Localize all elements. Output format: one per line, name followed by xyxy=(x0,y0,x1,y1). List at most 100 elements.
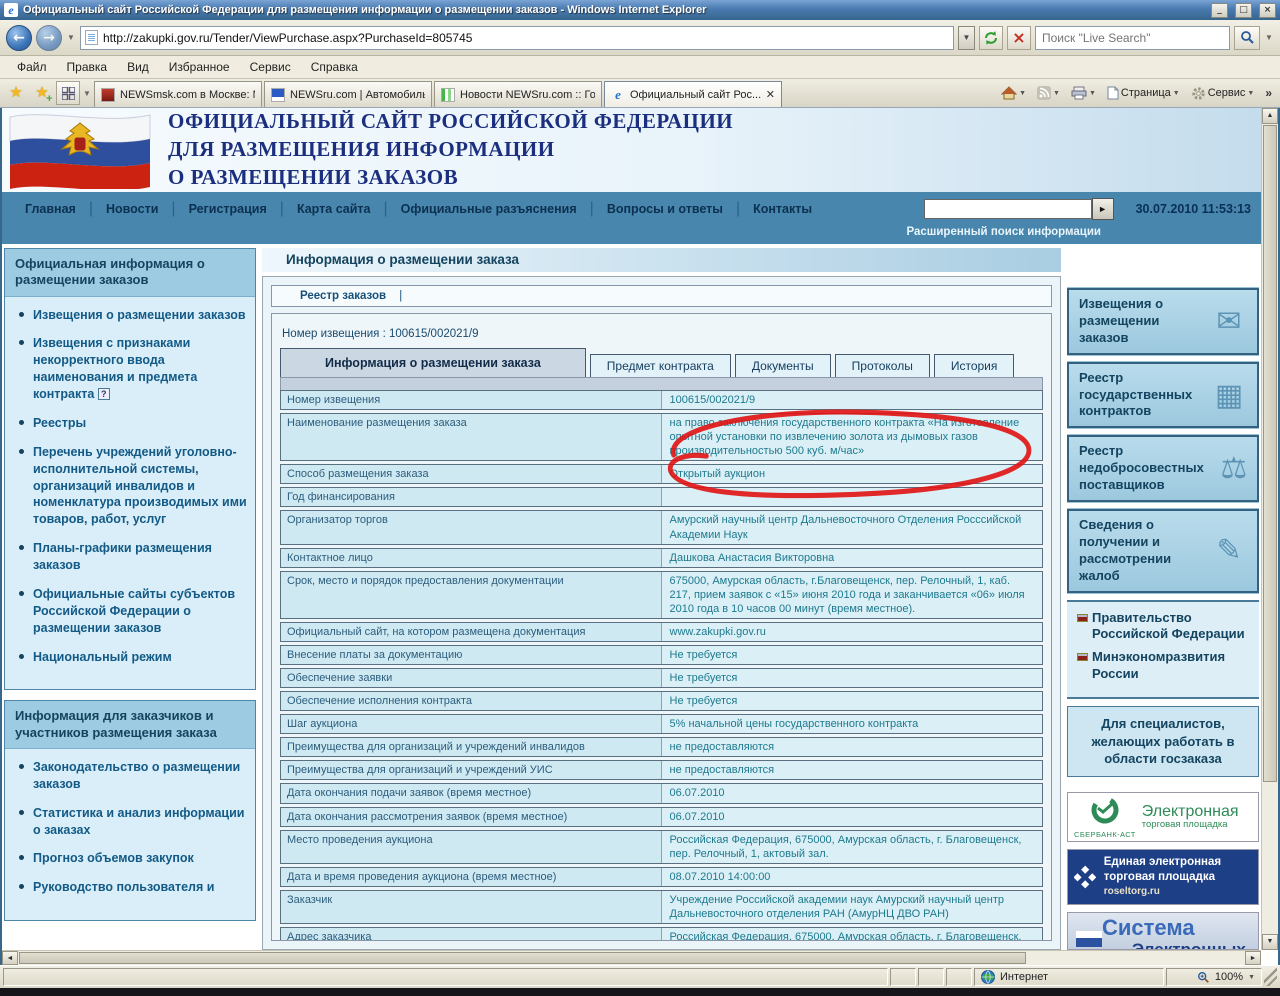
refresh-button[interactable] xyxy=(979,26,1003,50)
content-tab-0[interactable]: Информация о размещении заказа xyxy=(280,348,586,377)
gov-link-1[interactable]: Минэкономразвития России xyxy=(1077,649,1249,683)
print-dropdown-icon[interactable]: ▼ xyxy=(1089,90,1096,97)
horizontal-scrollbar[interactable]: ◄ ► xyxy=(2,950,1261,965)
scroll-up-icon[interactable]: ▲ xyxy=(1262,108,1278,124)
content-tab-3[interactable]: Протоколы xyxy=(835,354,930,377)
table-row: Место проведения аукционаРоссийская Феде… xyxy=(280,830,1043,864)
close-button[interactable]: × xyxy=(1259,3,1276,18)
sidebar-item-0-0[interactable]: Извещения о размещении заказов xyxy=(19,307,247,324)
feeds-button[interactable]: ▼ xyxy=(1033,84,1064,102)
content-tab-4[interactable]: История xyxy=(934,354,1015,377)
zoom-segment[interactable]: 100% ▼ xyxy=(1166,968,1262,986)
history-dropdown-icon[interactable]: ▼ xyxy=(66,33,76,42)
sidebar-item-1-2[interactable]: Прогноз объемов закупок xyxy=(19,850,247,867)
nav-item-6[interactable]: Контакты xyxy=(740,202,825,216)
url-dropdown-button[interactable]: ▼ xyxy=(958,26,975,50)
url-input[interactable] xyxy=(103,31,949,45)
maximize-button[interactable]: □ xyxy=(1235,3,1252,18)
live-search-input[interactable] xyxy=(1042,31,1223,45)
sberbank-line2: торговая площадка xyxy=(1142,820,1239,830)
sidebar-item-0-4[interactable]: Планы-графики размещения заказов xyxy=(19,540,247,574)
page-menu-button[interactable]: Страница ▼ xyxy=(1103,84,1184,102)
sidebar-item-label: Статистика и анализ информации о заказах xyxy=(33,805,247,839)
zoom-dropdown-icon[interactable]: ▼ xyxy=(1248,974,1255,981)
browser-tab-3[interactable]: eОфициальный сайт Рос...✕ xyxy=(604,81,782,107)
gov-link-0[interactable]: Правительство Российской Федерации xyxy=(1077,610,1249,644)
bullet-icon xyxy=(19,884,24,889)
site-search-input[interactable] xyxy=(924,199,1092,219)
system-etp-banner[interactable]: Система Электронных xyxy=(1067,912,1259,950)
horizontal-scroll-thumb[interactable] xyxy=(19,952,1026,964)
tools-menu-button[interactable]: Сервис ▼ xyxy=(1187,84,1259,103)
sidebar-item-0-5[interactable]: Официальные сайты субъектов Российской Ф… xyxy=(19,586,247,637)
menu-item-3[interactable]: Избранное xyxy=(160,58,239,76)
tab-close-icon[interactable]: ✕ xyxy=(766,89,775,100)
browser-tabs: NEWSmsk.com в Москве: М...NEWSru.com | А… xyxy=(94,81,782,107)
advanced-search-link[interactable]: Расширенный поиск информации xyxy=(906,226,1101,244)
search-go-button[interactable] xyxy=(1234,26,1260,50)
sidebar-item-0-2[interactable]: Реестры xyxy=(19,415,247,432)
nav-item-1[interactable]: Новости xyxy=(93,202,171,216)
right-card-2[interactable]: Реестр недобросовестных поставщиков⚖ xyxy=(1067,435,1259,502)
breadcrumb-link[interactable]: Реестр заказов xyxy=(300,290,386,302)
quick-tabs-button[interactable] xyxy=(56,81,80,105)
vertical-scroll-thumb[interactable] xyxy=(1263,125,1277,782)
nav-item-0[interactable]: Главная xyxy=(12,202,89,216)
menu-item-4[interactable]: Сервис xyxy=(241,58,300,76)
help-icon[interactable]: ? xyxy=(98,388,110,400)
minimize-button[interactable]: _ xyxy=(1211,3,1228,18)
row-value: Открытый аукцион xyxy=(662,465,1043,483)
print-button[interactable]: ▼ xyxy=(1067,84,1100,102)
menu-item-1[interactable]: Правка xyxy=(58,58,117,76)
toolbar-overflow-icon[interactable]: » xyxy=(1261,86,1276,100)
right-card-3[interactable]: Сведения о получении и рассмотрении жало… xyxy=(1067,509,1259,593)
scroll-left-icon[interactable]: ◄ xyxy=(2,951,18,965)
site-search-button[interactable]: ► xyxy=(1092,198,1114,220)
nav-item-4[interactable]: Официальные разъяснения xyxy=(388,202,590,216)
vertical-scrollbar[interactable]: ▲ ▼ xyxy=(1261,108,1278,950)
feeds-dropdown-icon[interactable]: ▼ xyxy=(1053,90,1060,97)
scroll-down-icon[interactable]: ▼ xyxy=(1262,934,1278,950)
browser-tab-0[interactable]: NEWSmsk.com в Москве: М... xyxy=(94,81,262,107)
roseltorg-banner[interactable]: Единая электронная торговая площадка ros… xyxy=(1067,849,1259,905)
right-card-0[interactable]: Извещения о размещении заказов✉ xyxy=(1067,288,1259,355)
home-dropdown-icon[interactable]: ▼ xyxy=(1019,90,1026,97)
zoom-magnifier-icon xyxy=(1197,971,1210,984)
menu-item-5[interactable]: Справка xyxy=(302,58,367,76)
right-card-1[interactable]: Реестр государственных контрактов▦ xyxy=(1067,362,1259,429)
sidebar-item-0-3[interactable]: Перечень учреждений уголовно-исполнитель… xyxy=(19,444,247,528)
sberbank-ast-banner[interactable]: СБЕРБАНК-АСТ Электронная торговая площад… xyxy=(1067,792,1259,842)
home-button[interactable]: ▼ xyxy=(997,84,1030,102)
sidebar-list: Извещения о размещении заказов Извещения … xyxy=(5,297,255,690)
nav-item-5[interactable]: Вопросы и ответы xyxy=(594,202,736,216)
nav-item-2[interactable]: Регистрация xyxy=(176,202,280,216)
sidebar-item-1-0[interactable]: Законодательство о размещении заказов xyxy=(19,759,247,793)
favorites-center-button[interactable]: ★ xyxy=(4,81,28,105)
row-label: Номер извещения xyxy=(281,391,662,409)
sidebar-item-0-6[interactable]: Национальный режим xyxy=(19,649,247,666)
sidebar-item-0-1[interactable]: Извещения с признаками некорректного вво… xyxy=(19,335,247,403)
bullet-icon xyxy=(19,764,24,769)
resize-grip[interactable] xyxy=(1264,968,1277,986)
tab-list-dropdown-icon[interactable]: ▼ xyxy=(82,81,92,107)
sidebar-item-label: Национальный режим xyxy=(33,649,172,666)
sidebar-item-label: Руководство пользователя и xyxy=(33,879,214,896)
forward-button[interactable]: → xyxy=(36,25,62,51)
stop-button[interactable]: × xyxy=(1007,26,1031,50)
scroll-right-icon[interactable]: ► xyxy=(1245,951,1261,965)
sidebar-item-1-3[interactable]: Руководство пользователя и xyxy=(19,879,247,896)
menu-item-0[interactable]: Файл xyxy=(8,58,56,76)
sidebar-item-1-1[interactable]: Статистика и анализ информации о заказах xyxy=(19,805,247,839)
browser-tab-2[interactable]: Новости NEWSru.com :: Гос... xyxy=(434,81,602,107)
menu-item-2[interactable]: Вид xyxy=(118,58,158,76)
back-button[interactable]: ← xyxy=(6,25,32,51)
nav-item-3[interactable]: Карта сайта xyxy=(284,202,384,216)
content-tab-2[interactable]: Документы xyxy=(735,354,831,377)
browser-tab-1[interactable]: NEWSru.com | Автомобиль... xyxy=(264,81,432,107)
search-options-dropdown-icon[interactable]: ▼ xyxy=(1264,33,1274,42)
content-tab-1[interactable]: Предмет контракта xyxy=(590,354,731,377)
browser-window: e Официальный сайт Российской Федерации … xyxy=(0,0,1280,996)
specialists-box[interactable]: Для специалистов, желающих работать в об… xyxy=(1067,706,1259,777)
add-favorite-button[interactable]: ★+ xyxy=(30,81,54,105)
menu-bar: ФайлПравкаВидИзбранноеСервисСправка xyxy=(0,56,1280,79)
